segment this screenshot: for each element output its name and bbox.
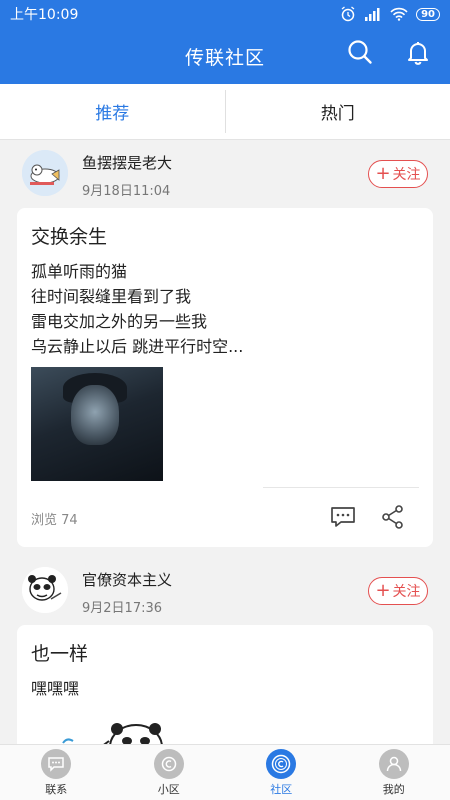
post-content: 孤单听雨的猫 往时间裂缝里看到了我 雷电交加之外的另一些我 乌云静止以后 跳进平…: [31, 259, 419, 359]
post-line: 乌云静止以后 跳进平行时空...: [31, 337, 244, 356]
nav-label: 联系: [45, 782, 68, 796]
battery-indicator: 90: [416, 7, 440, 21]
panda-meme-image[interactable]: [41, 707, 181, 744]
post-item: 官僚资本主义 9月2日17:36 + 关注 也一样 嘿嘿嘿: [0, 557, 450, 744]
follow-label: 关注: [392, 167, 421, 183]
post-title: 交换余生: [31, 226, 108, 248]
bottom-nav: 联系 小区 社区 我的: [0, 744, 450, 800]
post-time: 9月2日17:36: [82, 601, 163, 616]
nav-label: 小区: [157, 782, 180, 796]
status-bar: 上午10:09 90: [0, 0, 450, 28]
post-feed[interactable]: 鱼摆摆是老大 9月18日11:04 + 关注 交换余生 孤单听雨的猫 往时间裂缝…: [0, 140, 450, 744]
tab-popular[interactable]: 热门: [226, 84, 450, 139]
post-footer: 浏览 74: [31, 487, 419, 547]
author-name[interactable]: 官僚资本主义: [82, 569, 172, 590]
post-line: 雷电交加之外的另一些我: [31, 312, 208, 331]
fish-cartoon-icon: [22, 150, 68, 196]
bell-icon[interactable]: [404, 38, 432, 66]
status-time: 上午10:09: [10, 7, 79, 23]
post-content: 嘿嘿嘿: [31, 676, 419, 701]
nav-label: 社区: [270, 782, 293, 796]
post-line: 嘿嘿嘿: [31, 679, 80, 698]
plus-icon: +: [375, 163, 391, 184]
chat-icon: [41, 748, 72, 779]
signal-icon: [365, 8, 380, 21]
community-icon: [153, 748, 184, 779]
post-header: 官僚资本主义 9月2日17:36 + 关注: [0, 557, 450, 625]
status-icons: 90: [340, 6, 440, 22]
post-card[interactable]: 交换余生 孤单听雨的猫 往时间裂缝里看到了我 雷电交加之外的另一些我 乌云静止以…: [17, 208, 433, 547]
nav-item-profile[interactable]: 我的: [338, 745, 450, 800]
user-icon: [378, 748, 409, 779]
nav-item-contacts[interactable]: 联系: [0, 745, 113, 800]
nav-label: 我的: [382, 782, 405, 796]
nav-item-community[interactable]: 社区: [225, 745, 338, 800]
share-icon[interactable]: [379, 503, 407, 531]
battery-level: 90: [421, 8, 435, 20]
follow-label: 关注: [392, 584, 421, 600]
follow-button[interactable]: + 关注: [368, 577, 428, 605]
avatar[interactable]: [22, 150, 68, 196]
comment-icon[interactable]: [329, 503, 357, 531]
tab-recommended[interactable]: 推荐: [0, 84, 225, 139]
panda-meme-icon: [22, 567, 68, 613]
post-header: 鱼摆摆是老大 9月18日11:04 + 关注: [0, 140, 450, 208]
feed-tabs: 推荐 热门: [0, 84, 450, 140]
wifi-icon: [390, 7, 408, 21]
post-item: 鱼摆摆是老大 9月18日11:04 + 关注 交换余生 孤单听雨的猫 往时间裂缝…: [0, 140, 450, 547]
plus-icon: +: [375, 580, 391, 601]
post-card[interactable]: 也一样 嘿嘿嘿: [17, 625, 433, 744]
post-line: 往时间裂缝里看到了我: [31, 287, 192, 306]
post-title: 也一样: [31, 643, 89, 665]
view-count: 浏览 74: [31, 513, 78, 528]
follow-button[interactable]: + 关注: [368, 160, 428, 188]
app-header: 传联社区: [0, 28, 450, 84]
alarm-icon: [341, 6, 355, 22]
post-time: 9月18日11:04: [82, 184, 171, 199]
page-title: 传联社区: [184, 46, 265, 69]
search-icon[interactable]: [346, 38, 374, 66]
post-image[interactable]: [31, 367, 163, 481]
author-name[interactable]: 鱼摆摆是老大: [82, 152, 172, 173]
avatar[interactable]: [22, 567, 68, 613]
post-line: 孤单听雨的猫: [31, 262, 128, 281]
community-active-icon: [266, 748, 297, 779]
nav-item-neighborhood[interactable]: 小区: [113, 745, 226, 800]
